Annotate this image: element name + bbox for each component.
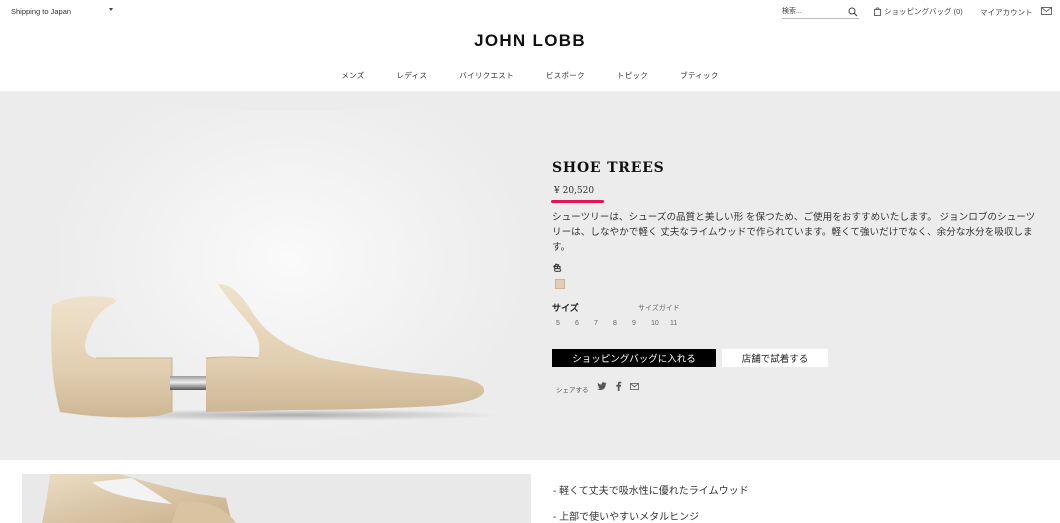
search-icon[interactable] (848, 7, 858, 17)
twitter-icon[interactable] (597, 382, 607, 391)
add-to-bag-button[interactable]: ショッピングバッグに入れる (552, 349, 716, 367)
color-label: 色 (553, 263, 562, 273)
nav-item-mens[interactable]: メンズ (341, 70, 364, 81)
share-label: シェアする (556, 387, 589, 394)
chevron-down-icon[interactable] (109, 8, 113, 11)
nav-item-boutiques[interactable]: ブティック (680, 70, 719, 81)
search-box (782, 5, 859, 19)
size-guide-link[interactable]: サイズガイド (638, 303, 680, 313)
size-option[interactable]: 11 (670, 320, 689, 327)
mail-icon[interactable] (1041, 7, 1052, 15)
shoe-tree-detail-image (42, 474, 236, 523)
price-highlight-underline (551, 200, 604, 203)
nav-item-bespoke[interactable]: ビスポーク (546, 70, 585, 81)
size-option[interactable]: 7 (594, 320, 613, 327)
size-option[interactable]: 6 (575, 320, 594, 327)
detail-image (22, 474, 531, 523)
shopping-bag-link[interactable]: ショッピングバッグ (0) (874, 6, 963, 17)
brand-logo[interactable]: JOHN LOBB (0, 31, 1060, 51)
facebook-icon[interactable] (615, 381, 622, 391)
color-swatch[interactable] (555, 279, 565, 289)
size-option[interactable]: 8 (613, 320, 632, 327)
nav-item-ladies[interactable]: レディス (397, 70, 428, 81)
product-price: ¥ 20,520 (554, 186, 595, 196)
shipping-selector[interactable]: Shipping to Japan (11, 7, 71, 16)
product-title: SHOE TREES (552, 160, 665, 176)
main-nav: メンズ レディス バイリクエスト ビスポーク トピック ブティック (0, 70, 1060, 81)
nav-item-by-request[interactable]: バイリクエスト (459, 70, 514, 81)
search-input[interactable] (782, 5, 842, 18)
size-option[interactable]: 9 (632, 320, 651, 327)
size-option[interactable]: 10 (651, 320, 670, 327)
product-description: シューツリーは、シューズの品質と美しい形 を保つため、ご使用をおすすめいたします… (552, 212, 1036, 253)
email-share-icon[interactable] (630, 383, 639, 390)
size-option[interactable]: 5 (556, 320, 575, 327)
account-link[interactable]: マイアカウント (980, 7, 1033, 18)
try-in-store-button[interactable]: 店舗で試着する (722, 349, 828, 367)
feature-item: - 上部で使いやすいメタルヒンジ (553, 512, 700, 523)
feature-item: - 軽くて丈夫で吸水性に優れたライムウッド (553, 486, 749, 497)
nav-item-topics[interactable]: トピック (617, 70, 648, 81)
bag-icon (874, 7, 881, 16)
top-bar: Shipping to Japan ショッピングバッグ (0) マイアカウント (0, 0, 1060, 24)
shoe-tree-image (51, 284, 500, 421)
size-label: サイズ (552, 303, 579, 313)
bag-label: ショッピングバッグ (0) (884, 7, 963, 16)
size-options: 5 6 7 8 9 10 11 (556, 320, 689, 327)
